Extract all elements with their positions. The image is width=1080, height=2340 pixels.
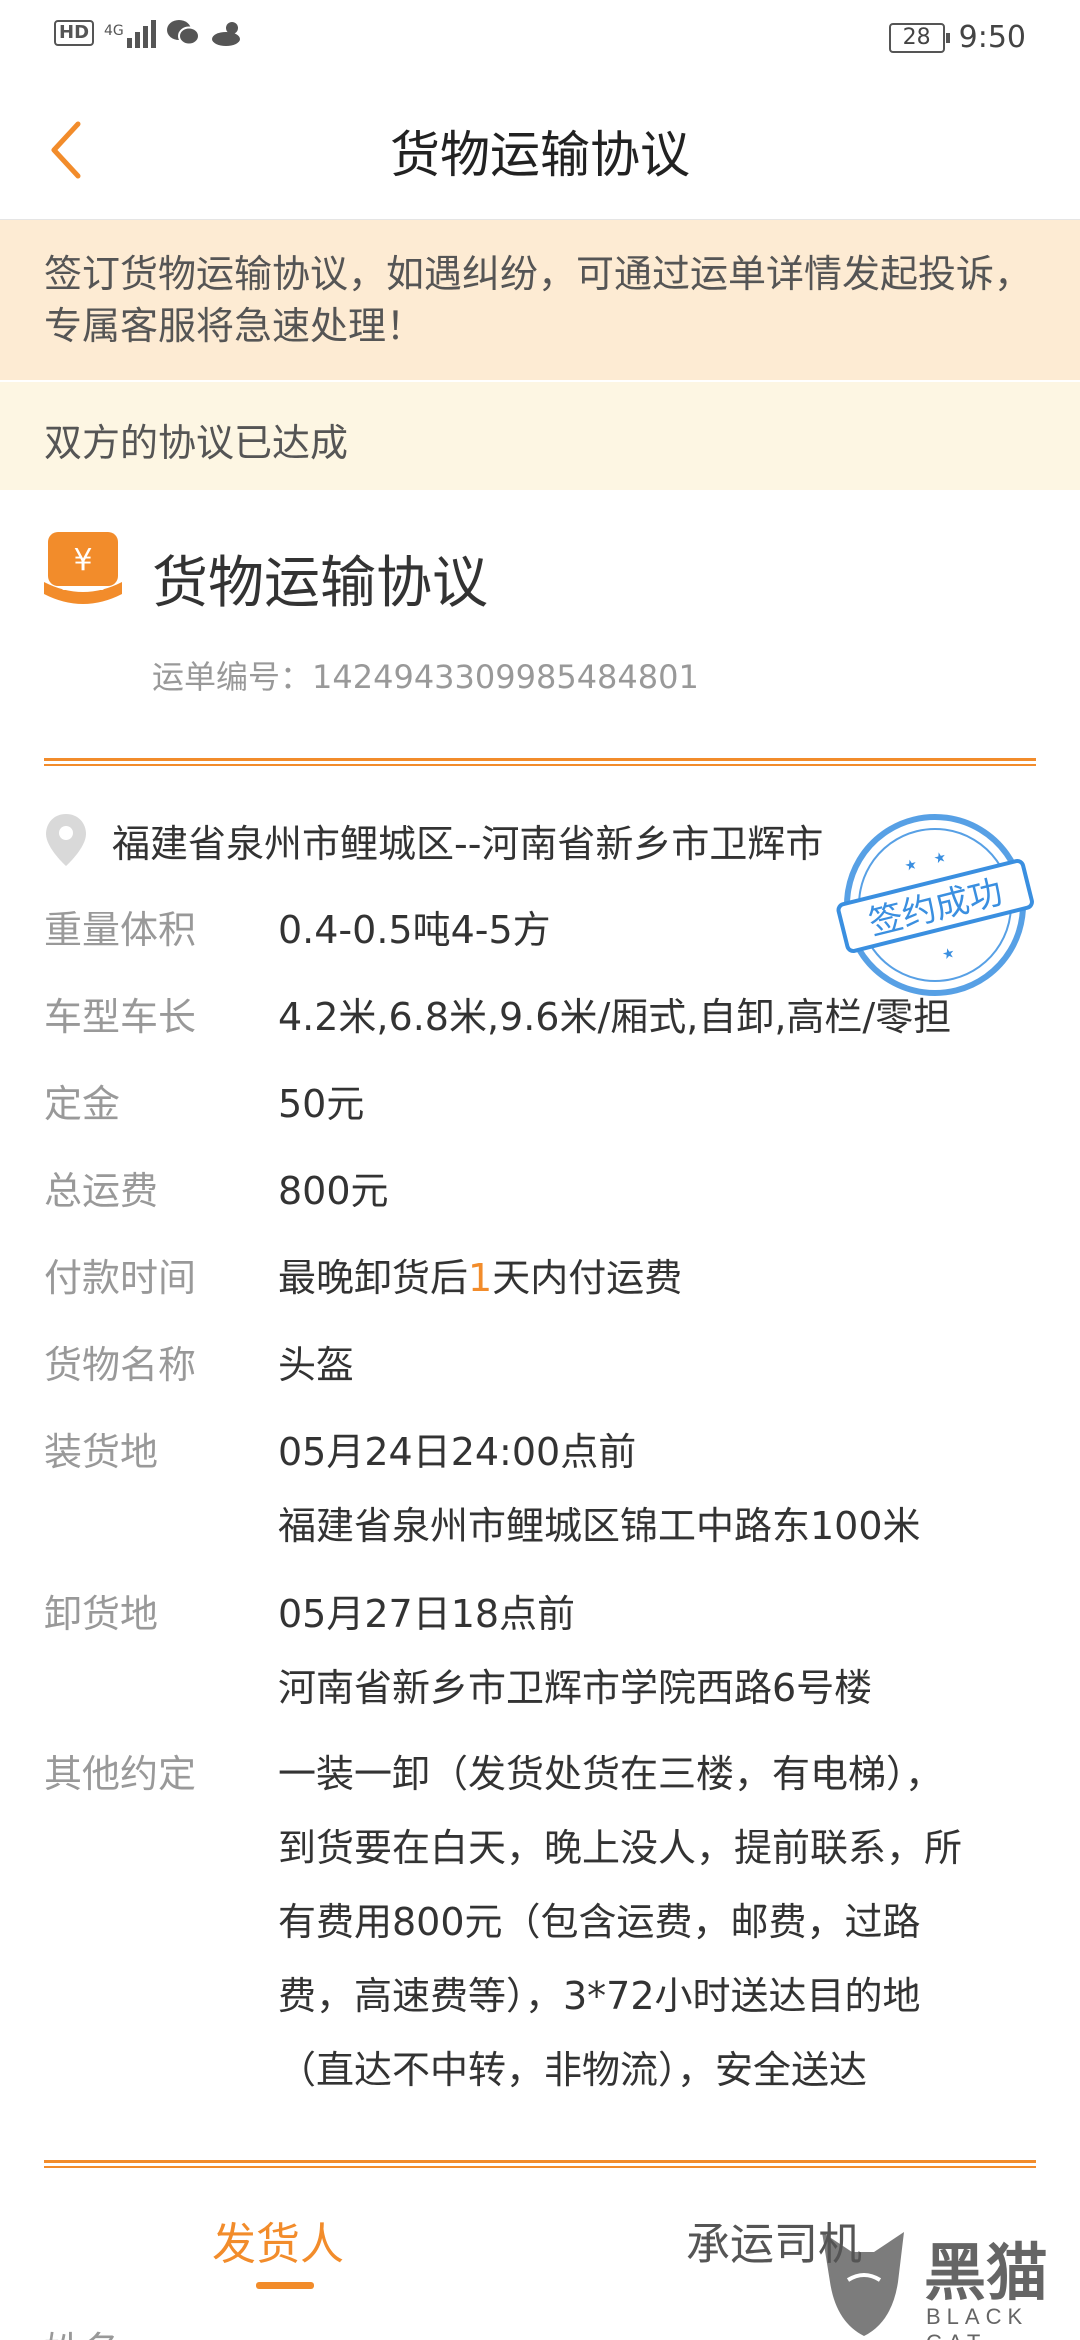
- detail-row-other-terms: 其他约定 一装一卸（发货处货在三楼，有电梯）， 到货要在白天，晚上没人，提前联系…: [44, 1737, 1044, 2107]
- detail-value: 4.2米,6.8米,9.6米/厢式,自卸,高栏/零担: [278, 995, 952, 1039]
- detail-row-vehicle: 车型车长 4.2米,6.8米,9.6米/厢式,自卸,高栏/零担: [44, 980, 1044, 1054]
- waybill-value: 1424943309985484801: [312, 658, 699, 696]
- detail-value: 头盔: [278, 1343, 355, 1387]
- detail-row-weight: 重量体积 0.4-0.5吨4-5方: [44, 893, 1044, 967]
- waybill-number: 运单编号：1424943309985484801: [152, 652, 699, 698]
- black-cat-watermark: 黑猫 BLACK CAT: [812, 2222, 1080, 2340]
- waybill-label: 运单编号：: [152, 658, 313, 696]
- detail-row-total-freight: 总运费 800元: [44, 1154, 1044, 1228]
- detail-value: 05月27日18点前 河南省新乡市卫辉市学院西路6号楼: [278, 1592, 873, 1710]
- contract-header: ¥ 货物运输协议 运单编号：1424943309985484801: [0, 490, 1080, 760]
- detail-label: 总运费: [44, 1169, 159, 1213]
- detail-label: 定金: [44, 1082, 121, 1126]
- agreement-status: 双方的协议已达成: [0, 382, 1080, 490]
- hd-icon: HD: [54, 20, 95, 46]
- cellular-signal-icon: 4G: [104, 18, 156, 48]
- status-bar: HD 4G 28 9:50: [0, 0, 1080, 75]
- detail-value: 一装一卸（发货处货在三楼，有电梯）， 到货要在白天，晚上没人，提前联系，所 有费…: [278, 1752, 963, 2092]
- detail-label: 装货地: [44, 1430, 159, 1474]
- location-pin-icon: [46, 814, 86, 866]
- shipper-name-label: 姓名: [44, 2320, 120, 2340]
- nav-bar: 货物运输协议: [0, 75, 1080, 220]
- svg-text:★: ★: [932, 849, 948, 868]
- divider-bottom: [44, 2160, 1036, 2168]
- detail-value: 最晚卸货后1天内付运费: [278, 1256, 683, 1300]
- notice-banner: 签订货物运输协议，如遇纠纷，可通过运单详情发起投诉，专属客服将急速处理！: [0, 220, 1080, 380]
- detail-label: 货物名称: [44, 1343, 197, 1387]
- detail-row-unloading-place: 卸货地 05月27日18点前 河南省新乡市卫辉市学院西路6号楼: [44, 1577, 1044, 1725]
- tab-shipper[interactable]: 发货人: [212, 2208, 344, 2272]
- detail-label: 付款时间: [44, 1256, 197, 1300]
- status-icons-right: 28 9:50: [888, 20, 1026, 55]
- contract-receipt-icon: ¥: [44, 532, 122, 604]
- detail-row-payment-time: 付款时间 最晚卸货后1天内付运费: [44, 1241, 1044, 1315]
- divider-top: [44, 758, 1036, 766]
- detail-value: 800元: [278, 1169, 389, 1213]
- svg-text:★: ★: [903, 856, 919, 875]
- detail-value: 05月24日24:00点前 福建省泉州市鲤城区锦工中路东100米: [278, 1430, 921, 1548]
- detail-label: 卸货地: [44, 1592, 159, 1636]
- watermark-text: 黑猫: [924, 2236, 1049, 2309]
- payment-days: 1: [468, 1256, 493, 1300]
- wechat-icon: [166, 20, 200, 46]
- detail-label: 重量体积: [44, 908, 197, 952]
- detail-label: 车型车长: [44, 995, 197, 1039]
- battery-icon: 28: [888, 22, 950, 53]
- svg-text:¥: ¥: [73, 543, 92, 578]
- watermark-subtext: BLACK CAT: [926, 2304, 1029, 2340]
- detail-value: 0.4-0.5吨4-5方: [278, 908, 551, 952]
- route-text: 福建省泉州市鲤城区--河南省新乡市卫辉市: [112, 821, 824, 866]
- weather-icon: [211, 22, 240, 46]
- status-icons-left: HD 4G: [54, 18, 246, 48]
- detail-row-loading-place: 装货地 05月24日24:00点前 福建省泉州市鲤城区锦工中路东100米: [44, 1415, 1044, 1563]
- contract-title: 货物运输协议: [152, 551, 488, 616]
- cat-logo-icon: [822, 2232, 904, 2336]
- detail-row-deposit: 定金 50元: [44, 1067, 1044, 1141]
- detail-value: 50元: [278, 1082, 365, 1126]
- clock: 9:50: [958, 20, 1026, 55]
- detail-row-goods-name: 货物名称 头盔: [44, 1328, 1044, 1402]
- detail-label: 其他约定: [44, 1752, 197, 1796]
- tab-active-underline: [256, 2282, 314, 2289]
- page-title: 货物运输协议: [390, 126, 690, 184]
